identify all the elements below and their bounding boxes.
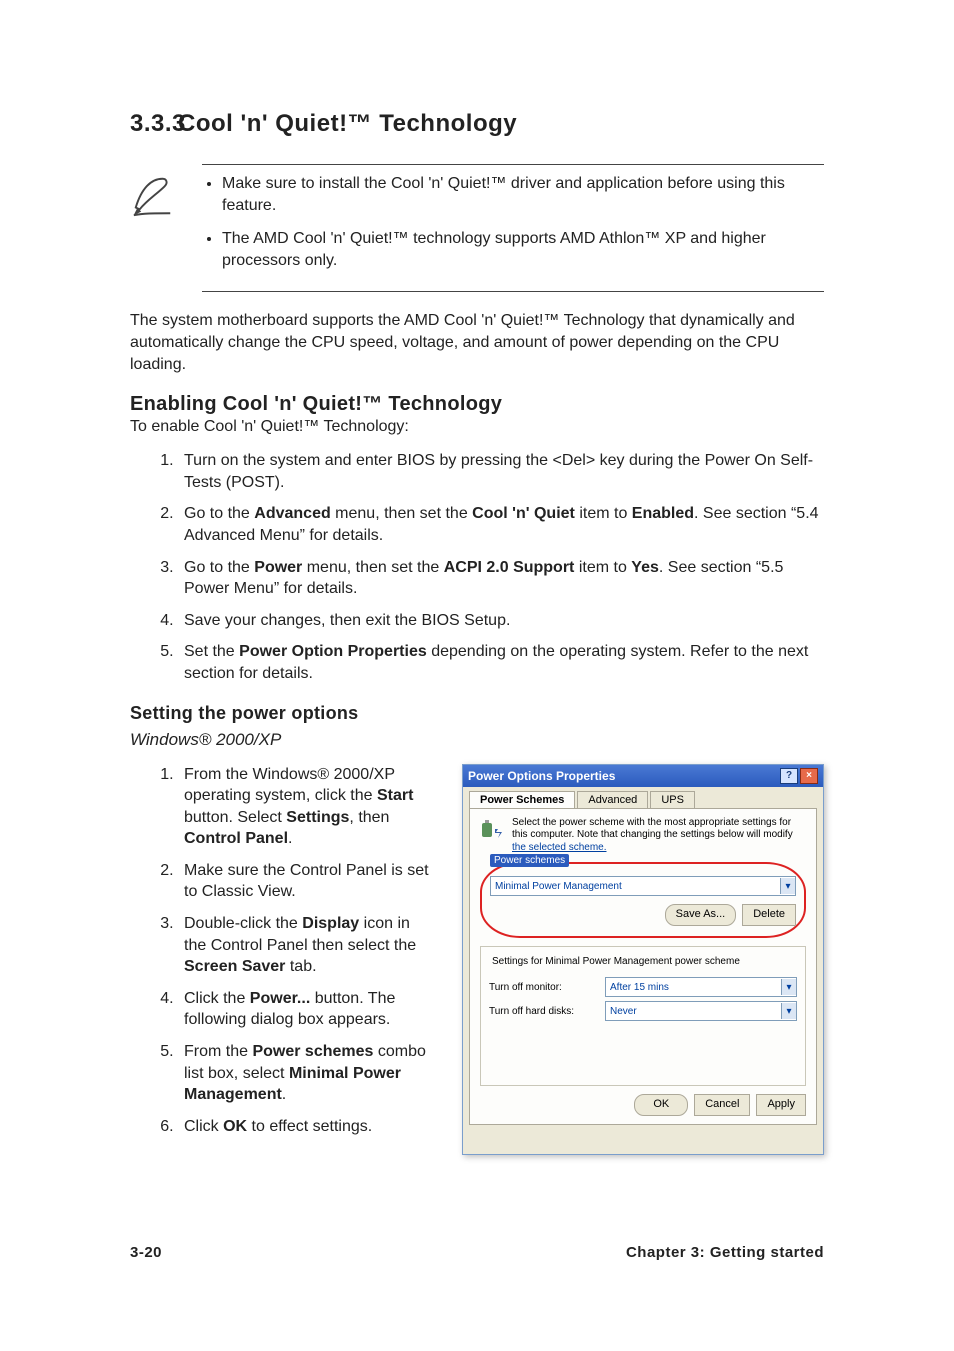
tab-advanced[interactable]: Advanced bbox=[577, 791, 648, 808]
dialog-title-bar[interactable]: Power Options Properties ? × bbox=[463, 765, 823, 787]
ok-button[interactable]: OK bbox=[634, 1094, 688, 1116]
enable-lead: To enable Cool 'n' Quiet!™ Technology: bbox=[130, 418, 824, 436]
step: From the Windows® 2000/XP operating syst… bbox=[178, 764, 430, 850]
step: Turn on the system and enter BIOS by pre… bbox=[178, 450, 824, 493]
enable-steps: Turn on the system and enter BIOS by pre… bbox=[130, 450, 824, 684]
step: Double-click the Display icon in the Con… bbox=[178, 913, 430, 978]
note-list: Make sure to install the Cool 'n' Quiet!… bbox=[202, 173, 824, 283]
tab-power-schemes[interactable]: Power Schemes bbox=[469, 791, 575, 808]
group-legend: Settings for Minimal Power Management po… bbox=[489, 956, 743, 967]
page-number: 3-20 bbox=[130, 1244, 162, 1261]
tab-ups[interactable]: UPS bbox=[650, 791, 695, 808]
note-item: The AMD Cool 'n' Quiet!™ technology supp… bbox=[222, 228, 824, 271]
enable-heading: Enabling Cool 'n' Quiet!™ Technology bbox=[130, 393, 824, 416]
step: Click OK to effect settings. bbox=[178, 1116, 430, 1138]
apply-button[interactable]: Apply bbox=[756, 1094, 806, 1116]
help-button[interactable]: ? bbox=[780, 768, 798, 784]
step: Set the Power Option Properties dependin… bbox=[178, 641, 824, 684]
close-button[interactable]: × bbox=[800, 768, 818, 784]
power-scheme-combo[interactable]: Minimal Power Management ▾ bbox=[490, 876, 796, 896]
setting-steps: From the Windows® 2000/XP operating syst… bbox=[130, 764, 430, 1138]
step: Go to the Power menu, then set the ACPI … bbox=[178, 557, 824, 600]
chevron-down-icon: ▾ bbox=[780, 878, 795, 894]
delete-button[interactable]: Delete bbox=[742, 904, 796, 926]
pencil-note-icon bbox=[130, 173, 202, 224]
step: From the Power schemes combo list box, s… bbox=[178, 1041, 430, 1106]
monitor-combo[interactable]: After 15 mins▾ bbox=[605, 977, 797, 997]
intro-paragraph: The system motherboard supports the AMD … bbox=[130, 310, 824, 375]
chevron-down-icon: ▾ bbox=[781, 1003, 796, 1019]
note-block: Make sure to install the Cool 'n' Quiet!… bbox=[202, 164, 824, 292]
step: Make sure the Control Panel is set to Cl… bbox=[178, 860, 430, 903]
chapter-label: Chapter 3: Getting started bbox=[626, 1244, 824, 1261]
save-as-button[interactable]: Save As... bbox=[665, 904, 737, 926]
chevron-down-icon: ▾ bbox=[781, 979, 796, 995]
power-options-dialog: Power Options Properties ? × Power Schem… bbox=[462, 764, 824, 1156]
hdd-label: Turn off hard disks: bbox=[489, 1006, 599, 1017]
monitor-label: Turn off monitor: bbox=[489, 982, 599, 993]
step: Save your changes, then exit the BIOS Se… bbox=[178, 610, 824, 632]
hdd-combo[interactable]: Never▾ bbox=[605, 1001, 797, 1021]
os-label: Windows® 2000/XP bbox=[130, 730, 824, 750]
scheme-settings-group: Settings for Minimal Power Management po… bbox=[480, 946, 806, 1086]
tab-strip: Power Schemes Advanced UPS bbox=[463, 787, 823, 808]
dialog-title: Power Options Properties bbox=[468, 769, 615, 783]
battery-plug-icon bbox=[480, 817, 506, 843]
cancel-button[interactable]: Cancel bbox=[694, 1094, 750, 1116]
setting-heading: Setting the power options bbox=[130, 703, 824, 724]
power-schemes-group: Power schemes Minimal Power Management ▾… bbox=[480, 862, 806, 938]
section-heading: 3.3.3Cool 'n' Quiet!™ Technology bbox=[130, 110, 824, 138]
page-footer: 3-20 Chapter 3: Getting started bbox=[130, 1244, 824, 1261]
hint-row: Select the power scheme with the most ap… bbox=[480, 817, 806, 855]
step: Go to the Advanced menu, then set the Co… bbox=[178, 503, 824, 546]
dialog-button-row: OK Cancel Apply bbox=[480, 1094, 806, 1116]
step: Click the Power... button. The following… bbox=[178, 988, 430, 1031]
note-item: Make sure to install the Cool 'n' Quiet!… bbox=[222, 173, 824, 216]
group-legend: Power schemes bbox=[490, 854, 569, 867]
